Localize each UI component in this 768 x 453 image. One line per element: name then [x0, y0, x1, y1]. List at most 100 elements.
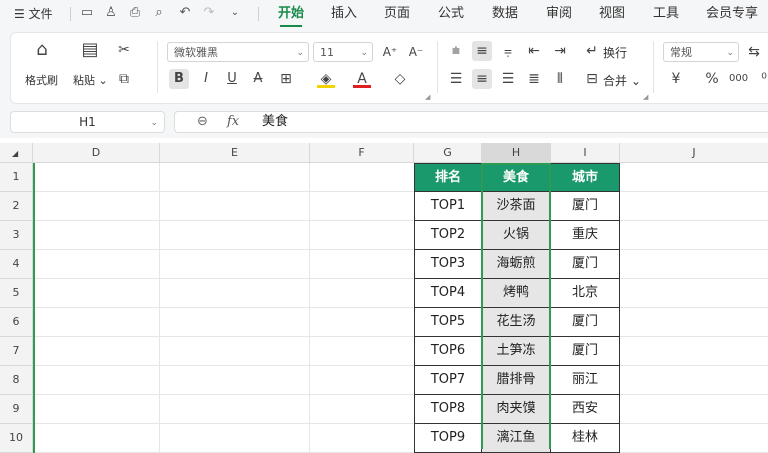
- distribute-icon[interactable]: ⫴: [551, 70, 569, 88]
- table-cell-food[interactable]: 土笋冻: [482, 337, 551, 366]
- tab-membership[interactable]: 会员专享: [706, 0, 758, 28]
- table-cell-food[interactable]: 烤鸭: [482, 279, 551, 308]
- decrease-font-icon[interactable]: A⁻: [407, 43, 425, 61]
- tab-page[interactable]: 页面: [384, 0, 410, 28]
- column-header-f[interactable]: F: [310, 143, 414, 163]
- number-format-select[interactable]: 常规 ⌄: [663, 42, 739, 62]
- fill-color-icon[interactable]: ◈: [317, 70, 335, 88]
- tab-data[interactable]: 数据: [492, 0, 518, 28]
- table-cell-rank[interactable]: TOP2: [414, 221, 482, 250]
- thousands-separator-icon[interactable]: 000: [729, 70, 748, 88]
- table-cell-city[interactable]: 北京: [551, 279, 620, 308]
- decrease-indent-icon[interactable]: ⇤: [525, 42, 543, 60]
- merge-cells-icon[interactable]: ⊟: [583, 70, 601, 88]
- font-dialog-launcher-icon[interactable]: ◢: [425, 93, 430, 101]
- table-header-city[interactable]: 城市: [551, 163, 620, 192]
- redo-icon[interactable]: ↷: [200, 4, 218, 22]
- align-center-icon[interactable]: ≡: [473, 70, 491, 88]
- increase-indent-icon[interactable]: ⇥: [551, 42, 569, 60]
- file-menu[interactable]: ☰ 文件: [14, 0, 53, 28]
- row-header[interactable]: 4: [0, 250, 33, 279]
- wrap-text-button[interactable]: 换行: [603, 44, 627, 61]
- format-painter-icon[interactable]: ⌂: [33, 41, 51, 59]
- column-header-d[interactable]: D: [33, 143, 160, 163]
- tab-insert[interactable]: 插入: [331, 0, 357, 28]
- table-cell-food[interactable]: 腊排骨: [482, 366, 551, 395]
- tab-review[interactable]: 审阅: [546, 0, 572, 28]
- align-middle-icon[interactable]: ≡: [473, 42, 491, 60]
- row-header[interactable]: 3: [0, 221, 33, 250]
- align-left-icon[interactable]: ☰: [447, 70, 465, 88]
- table-cell-food[interactable]: 海蛎煎: [482, 250, 551, 279]
- table-cell-food[interactable]: 火锅: [482, 221, 551, 250]
- alignment-dialog-launcher-icon[interactable]: ◢: [643, 93, 648, 101]
- table-cell-city[interactable]: 厦门: [551, 192, 620, 221]
- cut-icon[interactable]: ✂: [115, 41, 133, 59]
- row-header[interactable]: 7: [0, 337, 33, 366]
- tab-formulas[interactable]: 公式: [438, 0, 464, 28]
- tab-home[interactable]: 开始: [278, 0, 304, 28]
- table-cell-rank[interactable]: TOP6: [414, 337, 482, 366]
- table-cell-rank[interactable]: TOP8: [414, 395, 482, 424]
- table-cell-city[interactable]: 厦门: [551, 308, 620, 337]
- function-icon[interactable]: fx: [227, 112, 239, 132]
- table-cell-rank[interactable]: TOP1: [414, 192, 482, 221]
- print-icon[interactable]: ⎙: [126, 4, 144, 22]
- column-header-i[interactable]: I: [551, 143, 620, 163]
- zoom-icon[interactable]: ⊖: [197, 112, 208, 132]
- merge-button[interactable]: 合并 ⌄: [603, 72, 641, 89]
- column-header-e[interactable]: E: [160, 143, 310, 163]
- table-cell-city[interactable]: 丽江: [551, 366, 620, 395]
- currency-icon[interactable]: ¥: [667, 70, 685, 88]
- percent-icon[interactable]: %: [703, 70, 721, 88]
- table-cell-food[interactable]: 花生汤: [482, 308, 551, 337]
- bold-icon[interactable]: B: [170, 70, 188, 88]
- paste-icon[interactable]: ▤: [81, 41, 99, 59]
- align-right-icon[interactable]: ☰: [499, 70, 517, 88]
- column-header-g[interactable]: G: [414, 143, 482, 163]
- undo-icon[interactable]: ↶: [176, 4, 194, 22]
- table-cell-city[interactable]: 西安: [551, 395, 620, 424]
- table-cell-rank[interactable]: TOP7: [414, 366, 482, 395]
- font-name-select[interactable]: 微软雅黑 ⌄: [167, 42, 309, 62]
- borders-icon[interactable]: ⊞: [277, 70, 295, 88]
- table-cell-city[interactable]: 厦门: [551, 250, 620, 279]
- font-color-icon[interactable]: A: [353, 70, 371, 88]
- wrap-text-icon[interactable]: ↵: [583, 42, 601, 60]
- print-preview-icon[interactable]: ⌕: [150, 4, 168, 22]
- row-header[interactable]: 9: [0, 395, 33, 424]
- column-header-j[interactable]: J: [620, 143, 768, 163]
- row-header[interactable]: 1: [0, 163, 33, 192]
- row-col-icon[interactable]: ⇆: [745, 43, 763, 61]
- italic-icon[interactable]: I: [197, 70, 215, 88]
- table-cell-food[interactable]: 沙茶面: [482, 192, 551, 221]
- tab-view[interactable]: 视图: [599, 0, 625, 28]
- table-cell-rank[interactable]: TOP4: [414, 279, 482, 308]
- clear-format-icon[interactable]: ◇: [391, 70, 409, 88]
- row-header[interactable]: 8: [0, 366, 33, 395]
- table-cell-city[interactable]: 厦门: [551, 337, 620, 366]
- format-painter-button[interactable]: 格式刷: [25, 72, 58, 88]
- select-all-corner[interactable]: ◢: [0, 143, 33, 163]
- table-header-food[interactable]: 美食: [482, 163, 551, 192]
- row-header[interactable]: 6: [0, 308, 33, 337]
- sheet-grid[interactable]: [33, 163, 768, 453]
- table-header-rank[interactable]: 排名: [414, 163, 482, 192]
- paste-button[interactable]: 粘贴 ⌄: [73, 72, 108, 88]
- row-header[interactable]: 5: [0, 279, 33, 308]
- increase-font-icon[interactable]: A⁺: [381, 43, 399, 61]
- chevron-down-icon[interactable]: ⌄: [226, 4, 244, 22]
- copy-icon[interactable]: ⧉: [115, 70, 133, 88]
- strikethrough-icon[interactable]: A: [249, 70, 267, 88]
- save-icon[interactable]: ▭: [78, 4, 96, 22]
- decimal-icon[interactable]: ⁰: [755, 70, 768, 88]
- table-cell-food[interactable]: 肉夹馍: [482, 395, 551, 424]
- align-top-icon[interactable]: ⩧: [447, 42, 465, 60]
- align-bottom-icon[interactable]: ⩦: [499, 42, 517, 60]
- row-header[interactable]: 2: [0, 192, 33, 221]
- underline-icon[interactable]: U: [223, 70, 241, 88]
- justify-icon[interactable]: ≣: [525, 70, 543, 88]
- table-cell-rank[interactable]: TOP5: [414, 308, 482, 337]
- font-size-select[interactable]: 11 ⌄: [313, 42, 373, 62]
- table-cell-rank[interactable]: TOP3: [414, 250, 482, 279]
